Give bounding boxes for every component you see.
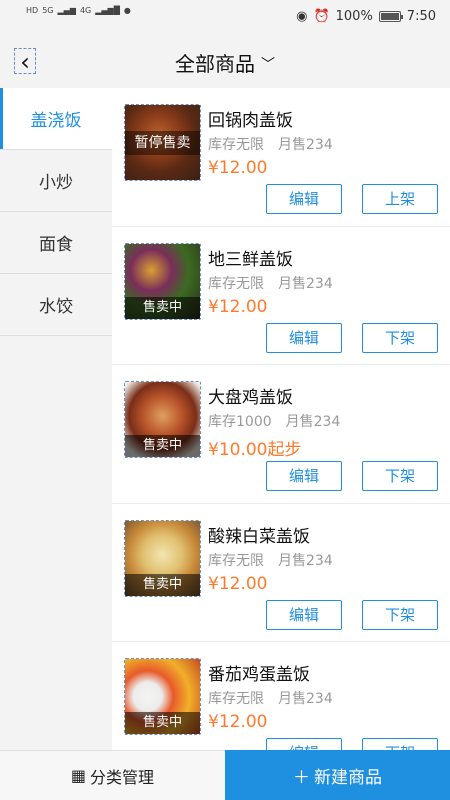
unlist-button[interactable]: 下架 (362, 599, 438, 630)
battery-icon (378, 11, 403, 22)
product-name: 大盘鸡盖饭 (208, 388, 293, 408)
product-image: 暂停售卖 (124, 104, 201, 181)
product-name: 番茄鸡蛋盖饭 (208, 665, 310, 685)
product-image: 售卖中 (124, 658, 201, 735)
status-right: ◉ ⏰ 100% 7:50 (296, 9, 436, 24)
page-title: 全部商品 (175, 52, 255, 76)
product-meta: 库存无限 月售234 (208, 273, 333, 293)
sidebar-item-label: 盖浇饭 (30, 111, 82, 131)
product-price: ¥12.00 (208, 573, 268, 594)
hd-icon: HD (26, 6, 39, 15)
product-price: ¥10.00起步 (208, 440, 302, 460)
alarm-icon: ⏰ (313, 9, 330, 24)
product-card: 售卖中 大盘鸡盖饭 库存1000 月售234 ¥10.00起步 编辑 下架 (112, 365, 450, 504)
category-manage-label: 分类管理 (90, 767, 155, 787)
sales-text: 月售234 (278, 691, 333, 707)
sidebar-item-mianshi[interactable]: 面食 (0, 212, 112, 274)
sales-text: 月售234 (278, 275, 333, 292)
status-bar: HD 5G ▂▄▆ 4G ▂▄▆█ ● ◉ ⏰ 100% 7:50 (0, 0, 450, 34)
product-meta: 库存1000 月售234 (208, 411, 340, 431)
product-price: ¥12.00 (208, 712, 268, 732)
clock: 7:50 (406, 9, 436, 24)
sales-text: 月售234 (285, 414, 341, 430)
product-price: ¥12.00 (208, 158, 268, 178)
product-price: ¥12.00 (208, 296, 268, 317)
new-product-label: 新建商品 (314, 767, 382, 788)
sidebar-item-xiaochao[interactable]: 小炒 (0, 150, 112, 212)
unlist-button[interactable]: 下架 (362, 322, 438, 353)
sales-text: 月售234 (278, 137, 333, 153)
product-list[interactable]: 暂停售卖 回锅肉盖饭 库存无限 月售234 ¥12.00 编辑 上架 售卖中 地三… (112, 88, 450, 750)
product-card: 暂停售卖 回锅肉盖饭 库存无限 月售234 ¥12.00 编辑 上架 (112, 88, 450, 227)
sidebar-item-gaijiaofan[interactable]: 盖浇饭 (0, 88, 112, 150)
grid-icon: ▦ (70, 766, 87, 785)
edit-button[interactable]: 编辑 (266, 184, 342, 214)
sidebar-item-shuijiao[interactable]: 水饺 (0, 274, 112, 336)
product-image: 售卖中 (124, 381, 201, 458)
status-badge: 售卖中 (125, 296, 200, 319)
stock-text: 库存无限 (208, 552, 264, 569)
sidebar-item-label: 水饺 (39, 297, 73, 317)
battery-percent: 100% (335, 9, 373, 24)
product-card: 售卖中 番茄鸡蛋盖饭 库存无限月售234 ¥12.00 编辑 下架 (112, 642, 450, 750)
unlist-button[interactable]: 下架 (362, 738, 438, 750)
product-card: 售卖中 地三鲜盖饭 库存无限 月售234 ¥12.00 编辑 下架 (112, 227, 450, 365)
signal-indicators: HD 5G ▂▄▆ 4G ▂▄▆█ ● (26, 6, 131, 15)
sales-text: 月售234 (278, 552, 333, 569)
product-name: 回锅肉盖饭 (208, 111, 293, 131)
unlist-button[interactable]: 下架 (362, 461, 438, 491)
status-badge: 售卖中 (125, 573, 200, 596)
category-sidebar: 盖浇饭 小炒 面食 水饺 (0, 88, 112, 750)
nav-bar: ‹ 全部商品 ﹀ (0, 34, 450, 88)
product-name: 酸辣白菜盖饭 (208, 526, 310, 547)
category-manage-button[interactable]: ▦ 分类管理 (0, 750, 225, 800)
product-meta: 库存无限 月售234 (208, 550, 333, 570)
edit-button[interactable]: 编辑 (266, 599, 342, 630)
list-button[interactable]: 上架 (362, 184, 438, 214)
edit-button[interactable]: 编辑 (266, 738, 342, 750)
product-image: 售卖中 (124, 242, 201, 320)
stock-text: 库存无限 (208, 691, 264, 707)
stock-text: 库存无限 (208, 137, 264, 153)
product-name: 地三鲜盖饭 (208, 249, 293, 270)
plus-icon: ＋ (293, 767, 310, 788)
status-badge: 暂停售卖 (125, 131, 200, 155)
eye-icon: ◉ (296, 9, 308, 24)
signal-icon: ▂▄▆█ (95, 6, 120, 15)
page-title-dropdown[interactable]: 全部商品 ﹀ (0, 48, 450, 77)
chevron-down-icon: ﹀ (261, 57, 275, 73)
5g-icon: 5G (42, 6, 54, 15)
edit-button[interactable]: 编辑 (266, 461, 342, 491)
product-image: 售卖中 (124, 519, 201, 597)
message-icon: ● (123, 6, 131, 15)
new-product-button[interactable]: ＋ 新建商品 (225, 750, 450, 800)
stock-text: 库存1000 (208, 414, 272, 430)
status-badge: 售卖中 (125, 435, 200, 457)
product-meta: 库存无限 月售234 (208, 134, 333, 154)
bottom-bar: ▦ 分类管理 ＋ 新建商品 (0, 750, 450, 800)
sidebar-item-label: 小炒 (39, 173, 73, 193)
signal-icon: ▂▄▆ (57, 6, 76, 15)
product-meta: 库存无限 月售234 (208, 688, 333, 708)
stock-text: 库存无限 (208, 275, 264, 292)
status-badge: 售卖中 (125, 712, 200, 734)
product-card: 售卖中 酸辣白菜盖饭 库存无限 月售234 ¥12.00 编辑 下架 (112, 504, 450, 642)
sidebar-item-label: 面食 (39, 235, 73, 255)
network-type: 4G (79, 6, 92, 15)
edit-button[interactable]: 编辑 (266, 322, 342, 353)
